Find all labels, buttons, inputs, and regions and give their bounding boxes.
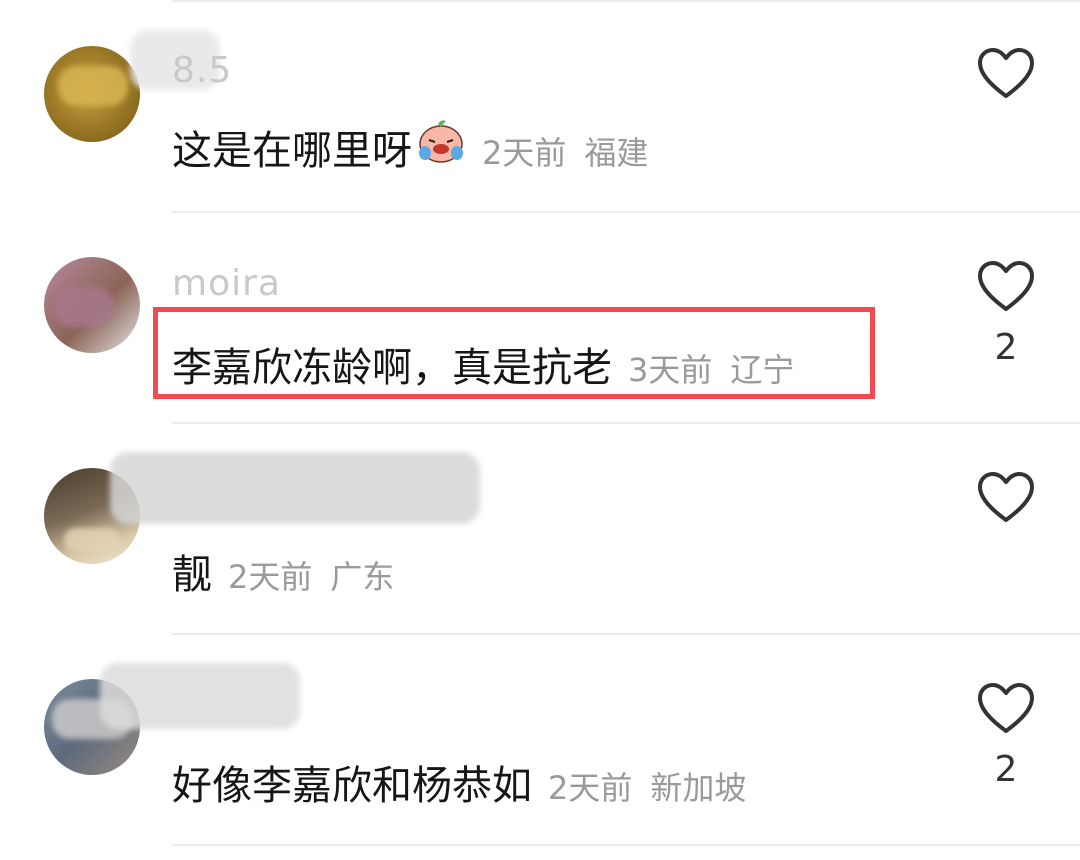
divider	[172, 844, 1080, 846]
comment-location: 广东	[330, 558, 395, 596]
avatar[interactable]	[44, 46, 140, 142]
like-count: 2	[994, 749, 1018, 790]
username[interactable]: 8.5	[172, 50, 232, 91]
comment-location: 福建	[584, 134, 649, 172]
comment-body[interactable]: 好像李嘉欣和杨恭如 2天前 新加坡	[172, 753, 746, 811]
comment-time: 2天前	[228, 558, 313, 596]
comment-item: 靓 2天前 广东	[0, 422, 1080, 633]
comment-body[interactable]: 靓 2天前 广东	[172, 542, 394, 600]
username-blur	[100, 663, 300, 729]
like-heart-icon[interactable]	[976, 46, 1036, 102]
username-blur	[110, 452, 480, 524]
avatar[interactable]	[44, 257, 140, 353]
comment-time: 2天前	[548, 769, 633, 807]
crying-face-emoji-icon	[419, 120, 463, 163]
comment-text: 这是在哪里呀	[172, 128, 412, 174]
highlight-annotation-box	[153, 307, 875, 399]
username[interactable]: moira	[172, 263, 281, 304]
like-heart-icon[interactable]	[976, 470, 1036, 526]
comment-item: 好像李嘉欣和杨恭如 2天前 新加坡 2	[0, 633, 1080, 844]
like-heart-icon[interactable]	[976, 681, 1036, 737]
comment-item: 8.5 这是在哪里呀 2天前 福建	[0, 0, 1080, 211]
like-count: 2	[994, 327, 1018, 368]
comment-text: 靓	[172, 552, 212, 598]
comment-text: 好像李嘉欣和杨恭如	[172, 763, 532, 809]
comment-body[interactable]: 这是在哪里呀 2天前 福建	[172, 118, 648, 176]
comment-time: 2天前	[482, 134, 567, 172]
comment-location: 新加坡	[650, 769, 747, 807]
like-heart-icon[interactable]	[976, 259, 1036, 315]
